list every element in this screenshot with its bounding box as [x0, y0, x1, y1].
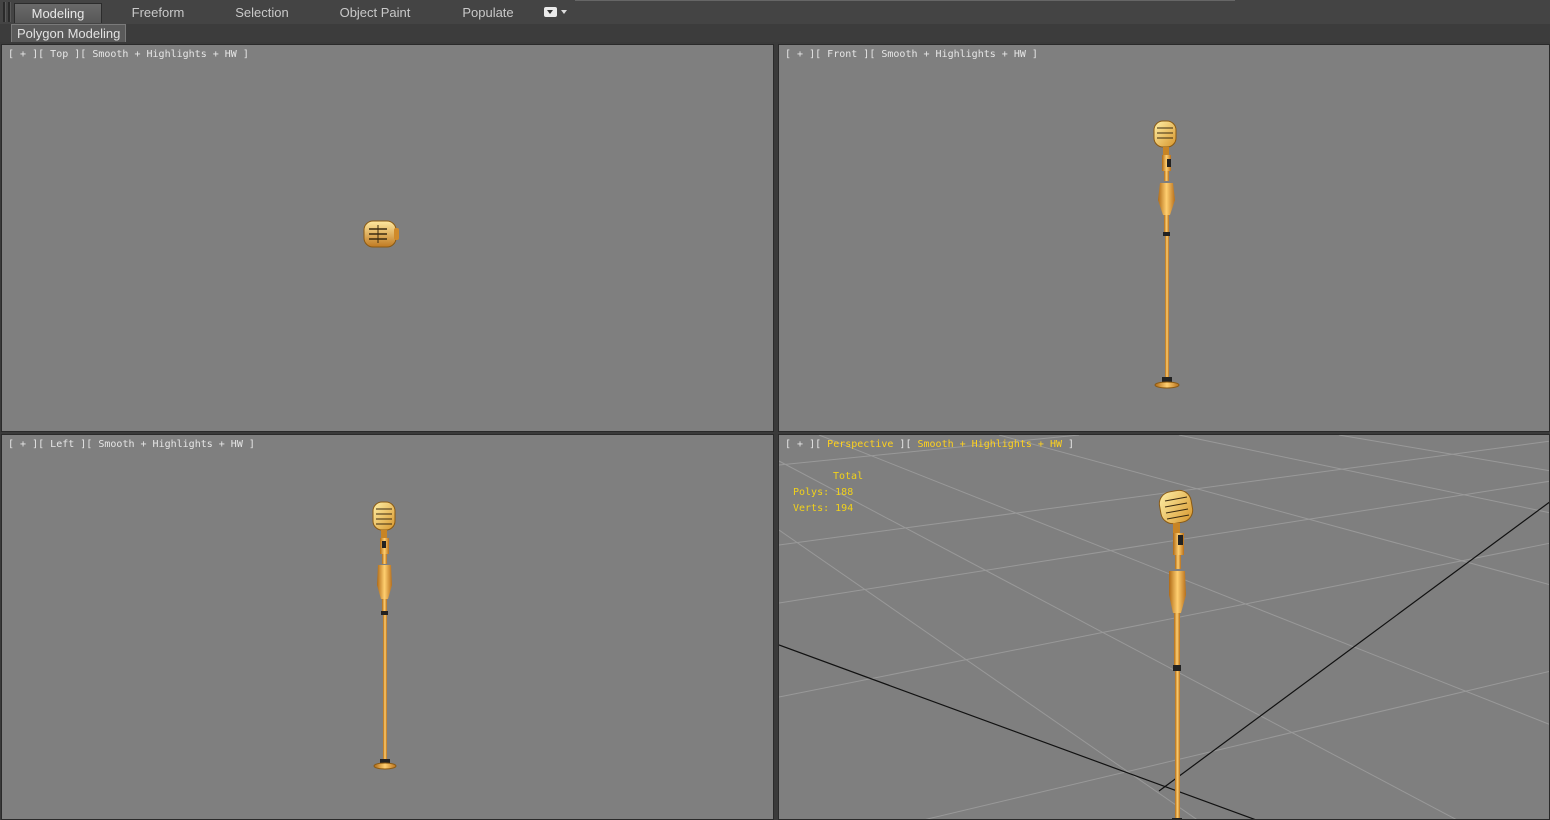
stats-polys-value: 188: [835, 487, 854, 498]
stats-polys-label: Polys:: [793, 487, 830, 498]
viewport-area: [ + ][ Top ][ Smooth + Highlights + HW ]: [0, 42, 1550, 820]
stats-polys-row: Polys: 188: [793, 485, 863, 501]
ribbon-grip-handle[interactable]: [3, 2, 6, 22]
viewport-menu-plus[interactable]: +: [797, 439, 803, 450]
world-axis-lines: [779, 501, 1549, 819]
stats-verts-value: 194: [835, 503, 854, 514]
stats-verts-label: Verts:: [793, 503, 830, 514]
tab-populate[interactable]: Populate: [446, 3, 530, 22]
microphone-model-front[interactable]: [1153, 120, 1180, 389]
ribbon-minimize-box-icon: [544, 7, 557, 17]
ribbon-grip-handle-2[interactable]: [8, 2, 11, 22]
viewport-left[interactable]: [ + ][ Left ][ Smooth + Highlights + HW …: [1, 434, 774, 820]
viewport-label-perspective[interactable]: [ + ][ Perspective ][ Smooth + Highlight…: [785, 439, 1074, 450]
ribbon-minimize-icon[interactable]: [544, 7, 568, 19]
tab-modeling[interactable]: Modeling: [14, 3, 102, 23]
ribbon-panel-bar: Polygon Modeling: [0, 24, 1550, 43]
microphone-model-left[interactable]: [372, 501, 397, 770]
home-grid: [779, 435, 1549, 819]
viewport-front[interactable]: [ + ][ Front ][ Smooth + Highlights + HW…: [778, 44, 1550, 432]
dropdown-arrow-icon: [561, 10, 567, 14]
top-view-canvas: [363, 220, 399, 248]
viewport-view-name[interactable]: Perspective: [827, 439, 893, 450]
perspective-grid-canvas: [779, 435, 1549, 819]
statistics-overlay: Total Polys: 188 Verts: 194: [793, 469, 863, 517]
tab-freeform[interactable]: Freeform: [115, 3, 201, 22]
ribbon-top-line: [575, 0, 1235, 1]
ribbon-tab-bar: Modeling Freeform Selection Object Paint…: [0, 0, 1550, 25]
viewport-top[interactable]: [ + ][ Top ][ Smooth + Highlights + HW ]: [1, 44, 774, 432]
left-view-canvas: [372, 501, 397, 770]
viewport-shading-mode[interactable]: Smooth + Highlights + HW: [918, 439, 1063, 450]
microphone-model-top[interactable]: [363, 220, 399, 248]
front-view-canvas: [1153, 120, 1180, 389]
stats-header: Total: [833, 471, 864, 482]
polygon-modeling-panel-button[interactable]: Polygon Modeling: [11, 24, 127, 43]
viewport-perspective[interactable]: [ + ][ Perspective ][ Smooth + Highlight…: [778, 434, 1550, 820]
tab-selection[interactable]: Selection: [220, 3, 304, 22]
tab-object-paint[interactable]: Object Paint: [333, 3, 417, 22]
stats-verts-row: Verts: 194: [793, 501, 863, 517]
